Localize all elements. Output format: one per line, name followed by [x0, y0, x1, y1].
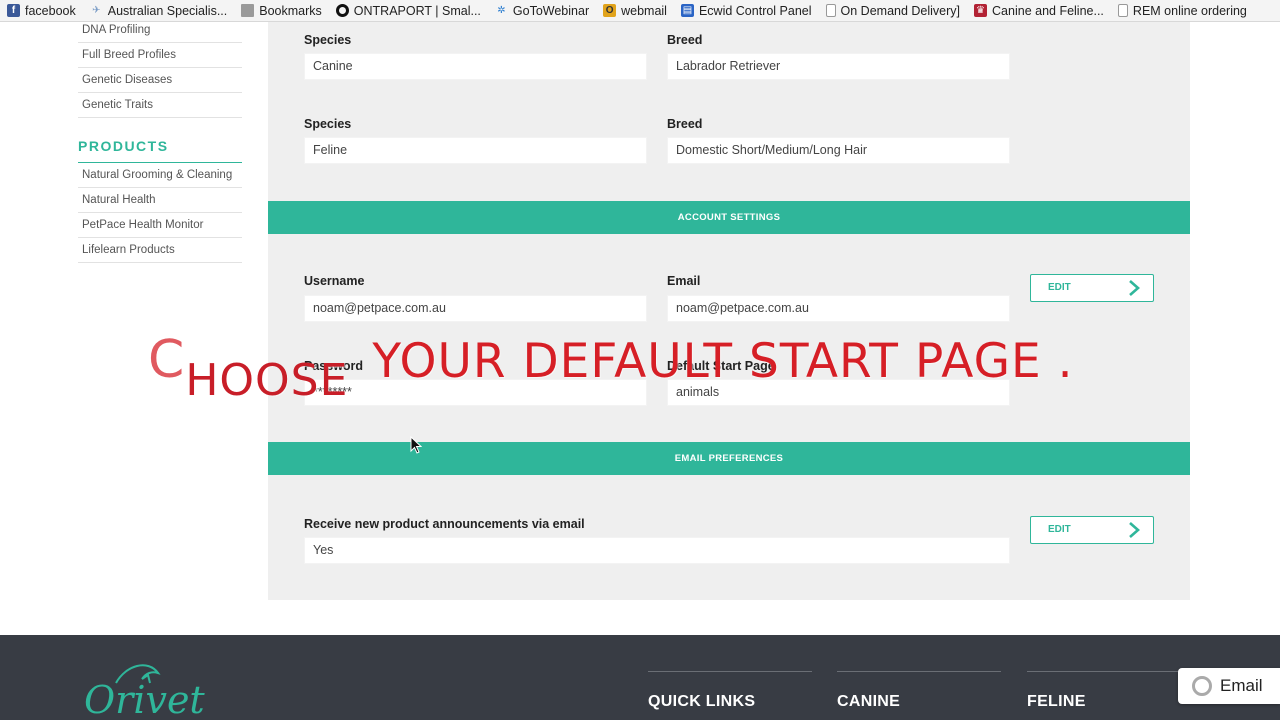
account-settings-header: ACCOUNT SETTINGS [268, 201, 1190, 234]
email-field: noam@petpace.com.au [667, 295, 1010, 322]
species-field: Feline [304, 137, 647, 164]
bookmark-folder[interactable]: Bookmarks [234, 0, 329, 21]
sidebar: DNA Profiling Full Breed Profiles Geneti… [78, 18, 242, 263]
ontraport-icon [335, 4, 349, 17]
sidebar-item-genetic-traits[interactable]: Genetic Traits [78, 93, 242, 118]
crest-icon: ♛ [974, 4, 988, 17]
edit-button-label: EDIT [1048, 282, 1071, 293]
sidebar-item-natural-health[interactable]: Natural Health [78, 188, 242, 213]
bookmark-rem-ordering[interactable]: REM online ordering [1111, 0, 1254, 21]
bookmark-on-demand-delivery[interactable]: On Demand Delivery] [819, 0, 968, 21]
gotowebinar-icon: ✲ [497, 5, 506, 16]
facebook-icon: f [7, 4, 20, 17]
sidebar-item-natural-grooming[interactable]: Natural Grooming & Cleaning [78, 163, 242, 188]
bookmark-label: On Demand Delivery] [840, 3, 961, 18]
breed-field: Labrador Retriever [667, 53, 1010, 80]
username-label: Username [304, 274, 365, 288]
folder-icon [241, 4, 255, 17]
plane-icon: ✈ [92, 5, 101, 16]
chevron-right-icon [1129, 522, 1140, 538]
page-icon [825, 4, 836, 17]
ecwid-icon: ▤ [680, 4, 694, 17]
sidebar-heading-products: PRODUCTS [78, 136, 242, 163]
bookmark-label: GoToWebinar [512, 3, 590, 18]
caption-first-word: HOOSE [185, 355, 349, 406]
email-widget-label: Email [1220, 676, 1263, 695]
site-footer: Orivet QUICK LINKS CANINE FELINE [0, 635, 1280, 720]
bookmark-webmail[interactable]: O webmail [596, 0, 674, 21]
edit-button-label: EDIT [1048, 524, 1071, 535]
bookmark-label: facebook [25, 3, 76, 18]
bookmark-label: webmail [621, 3, 667, 18]
bookmark-label: ONTRAPORT | Smal... [353, 3, 481, 18]
breed-label: Breed [667, 33, 703, 47]
bookmark-label: Canine and Feline... [992, 3, 1104, 18]
webmail-icon: O [603, 4, 617, 17]
species-label: Species [304, 33, 352, 47]
bookmark-facebook[interactable]: f facebook [0, 0, 83, 21]
sidebar-item-lifelearn[interactable]: Lifelearn Products [78, 238, 242, 263]
bookmark-label: Australian Specialis... [107, 3, 228, 18]
edit-email-preferences-button[interactable]: EDIT [1030, 516, 1154, 544]
species-field: Canine [304, 53, 647, 80]
bookmark-label: Bookmarks [259, 3, 322, 18]
account-panel: Species Canine Breed Labrador Retriever … [268, 22, 1190, 600]
footer-heading-canine: CANINE [837, 671, 1001, 711]
mouse-cursor-icon [410, 436, 422, 454]
breed-field: Domestic Short/Medium/Long Hair [667, 137, 1010, 164]
chat-ring-icon [1192, 676, 1212, 696]
footer-heading-feline: FELINE [1027, 671, 1191, 711]
sidebar-item-dna-profiling[interactable]: DNA Profiling [78, 18, 242, 43]
footer-heading-quick-links: QUICK LINKS [648, 671, 812, 711]
bookmark-gotowebinar[interactable]: ✲ GoToWebinar [488, 0, 596, 21]
caption-remainder: YOUR DEFAULT START PAGE . [372, 334, 1074, 389]
email-chat-widget[interactable]: Email [1178, 668, 1280, 704]
announcements-field: Yes [304, 537, 1010, 564]
page-icon [1117, 4, 1128, 17]
sidebar-item-petpace[interactable]: PetPace Health Monitor [78, 213, 242, 238]
caption-first-letter: C [148, 330, 186, 390]
chevron-right-icon [1129, 280, 1140, 296]
edit-account-button[interactable]: EDIT [1030, 274, 1154, 302]
bookmark-canine-feline[interactable]: ♛ Canine and Feline... [967, 0, 1111, 21]
orivet-logo[interactable]: Orivet [78, 653, 218, 720]
bookmark-ontraport[interactable]: ONTRAPORT | Smal... [329, 0, 488, 21]
announcements-label: Receive new product announcements via em… [304, 517, 585, 531]
bookmark-ecwid[interactable]: ▤ Ecwid Control Panel [674, 0, 819, 21]
bookmark-label: Ecwid Control Panel [698, 3, 812, 18]
breed-label: Breed [667, 117, 703, 131]
species-label: Species [304, 117, 352, 131]
email-label: Email [667, 274, 701, 288]
overlay-caption: CHOOSE YOUR DEFAULT START PAGE . [148, 330, 1074, 406]
logo-text: Orivet [84, 678, 205, 720]
bookmark-label: REM online ordering [1132, 3, 1247, 18]
email-preferences-header: EMAIL PREFERENCES [268, 442, 1190, 475]
sidebar-item-full-breed-profiles[interactable]: Full Breed Profiles [78, 43, 242, 68]
username-field: noam@petpace.com.au [304, 295, 647, 322]
sidebar-item-genetic-diseases[interactable]: Genetic Diseases [78, 68, 242, 93]
